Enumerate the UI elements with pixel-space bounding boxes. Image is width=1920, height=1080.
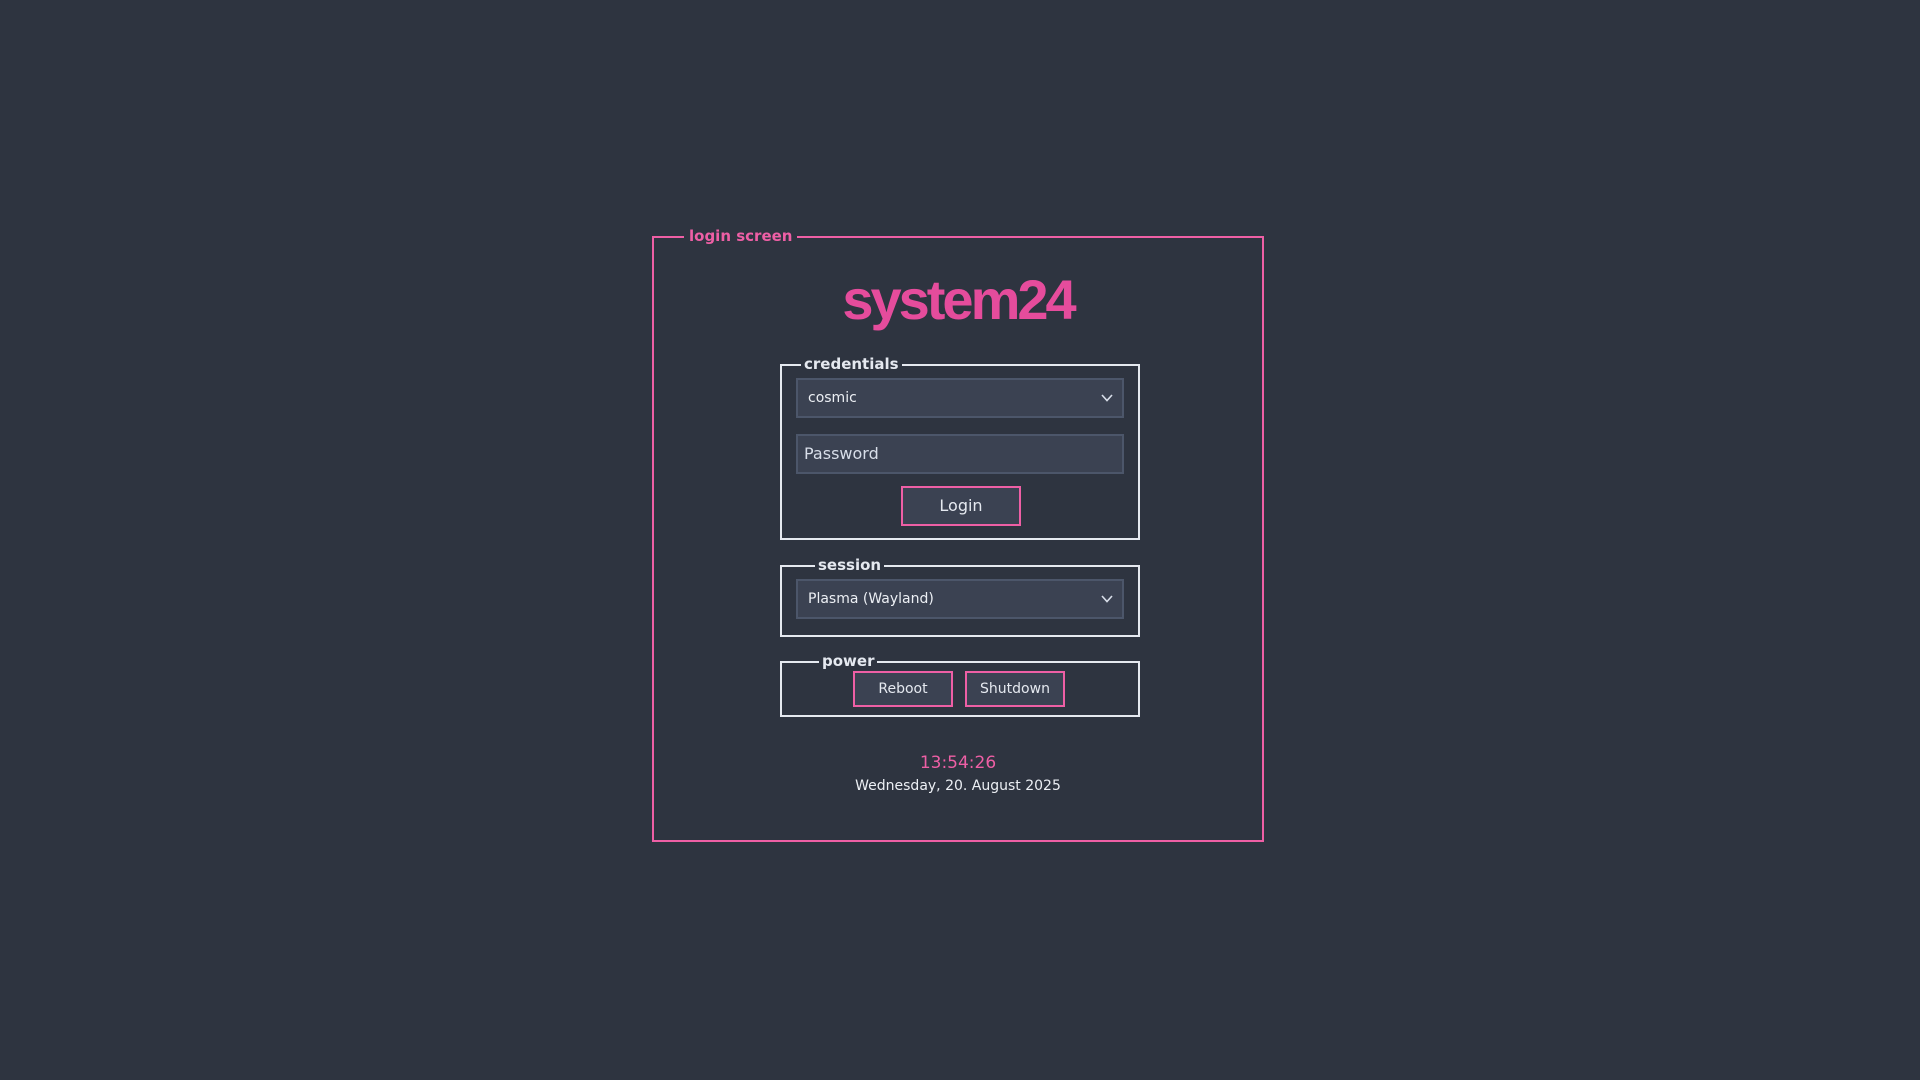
password-placeholder: Password <box>804 444 879 463</box>
clock-date: Wednesday, 20. August 2025 <box>855 778 1061 794</box>
session-select-value: Plasma (Wayland) <box>808 591 934 607</box>
session-legend: session <box>815 556 885 574</box>
credentials-group: credentials cosmic Password Login <box>780 355 1140 540</box>
user-select[interactable]: cosmic <box>796 378 1124 418</box>
shutdown-button[interactable]: Shutdown <box>965 671 1065 707</box>
login-screen-frame: login screen system24 credentials cosmic… <box>652 226 1264 842</box>
user-select-value: cosmic <box>808 390 857 406</box>
login-screen-legend: login screen <box>684 226 798 246</box>
credentials-legend: credentials <box>801 355 902 373</box>
chevron-down-icon <box>1101 595 1113 603</box>
power-group: power Reboot Shutdown <box>780 652 1140 717</box>
login-button[interactable]: Login <box>901 486 1021 526</box>
clock-time: 13:54:26 <box>919 753 997 773</box>
session-group: session Plasma (Wayland) <box>780 556 1140 637</box>
password-input[interactable]: Password <box>796 434 1124 474</box>
brand-title: system24 <box>842 268 1076 331</box>
chevron-down-icon <box>1101 394 1113 402</box>
session-select[interactable]: Plasma (Wayland) <box>796 579 1124 619</box>
power-legend: power <box>819 652 878 670</box>
reboot-button[interactable]: Reboot <box>853 671 953 707</box>
